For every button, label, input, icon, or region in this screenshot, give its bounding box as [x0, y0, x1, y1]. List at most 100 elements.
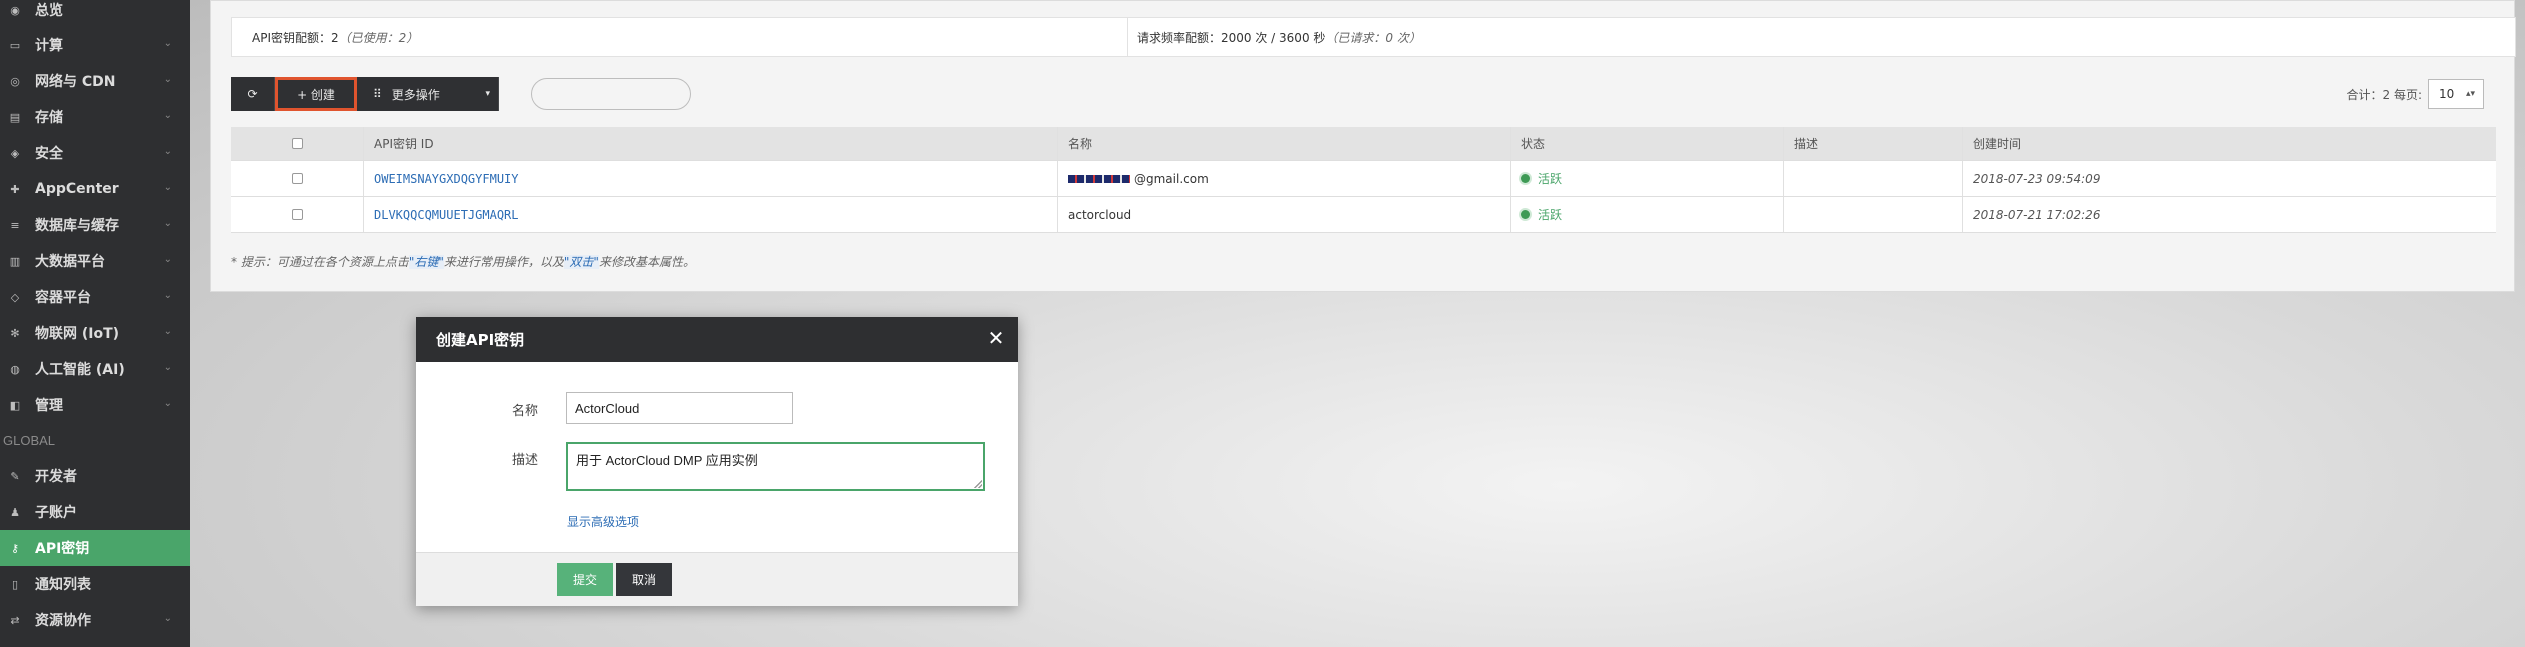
- grid-icon: ⠿: [373, 87, 382, 101]
- sidebar-item-container[interactable]: ◇ 容器平台 ⌄: [0, 279, 190, 315]
- ai-icon: ◍: [10, 362, 20, 376]
- resize-handle-icon[interactable]: [974, 480, 982, 488]
- sidebar-item-label: 数据库与缓存: [35, 218, 119, 234]
- api-key-id-link[interactable]: OWEIMSNAYGXDQGYFMUIY: [364, 161, 1058, 196]
- sidebar-item-label: 通知列表: [35, 577, 91, 593]
- sidebar-item-security[interactable]: ◈ 安全 ⌄: [0, 135, 190, 171]
- sidebar-item-label: 物联网 (IoT): [35, 326, 120, 342]
- sidebar-item-notifications[interactable]: ▯ 通知列表: [0, 566, 190, 602]
- total-count: 合计：2 每页:: [2346, 87, 2423, 102]
- description-label: 描述: [511, 453, 538, 468]
- pagination: 合计：2 每页: 10 ▴▾: [2346, 79, 2484, 109]
- sidebar-item-label: 总览: [35, 3, 63, 19]
- sidebar-item-overview[interactable]: ◉ 总览: [0, 0, 190, 28]
- dialog-title: 创建API密钥: [436, 331, 525, 349]
- sidebar-item-developer[interactable]: ✎ 开发者: [0, 458, 190, 494]
- sidebar-item-label: 存储: [35, 110, 63, 126]
- more-actions-label: 更多操作: [391, 87, 440, 102]
- sidebar-item-network[interactable]: ◎ 网络与 CDN ⌄: [0, 63, 190, 99]
- page-size-select[interactable]: 10 ▴▾: [2428, 79, 2484, 109]
- key-description: [1784, 197, 1963, 232]
- name-field[interactable]: ActorCloud: [566, 392, 793, 424]
- sidebar-item-label: 人工智能 (AI): [35, 362, 125, 378]
- key-name: @gmail.com: [1058, 161, 1511, 196]
- description-field[interactable]: 用于 ActorCloud DMP 应用实例: [566, 442, 985, 491]
- status-active-icon: [1521, 174, 1530, 183]
- api-keys-panel: API密钥配额：2（已使用：2） 请求频率配额：2000 次 / 3600 秒（…: [210, 0, 2516, 292]
- column-header-id[interactable]: API密钥 ID: [364, 127, 1058, 160]
- close-icon[interactable]: ✕: [986, 328, 1006, 348]
- sidebar-item-bigdata[interactable]: ▥ 大数据平台 ⌄: [0, 243, 190, 279]
- users-icon: ♟: [10, 505, 20, 519]
- chevron-down-icon: ⌄: [163, 74, 172, 85]
- chevron-down-icon: ⌄: [163, 110, 172, 121]
- network-icon: ◎: [10, 74, 20, 88]
- container-icon: ◇: [10, 290, 20, 304]
- sidebar-item-subaccounts[interactable]: ♟ 子账户: [0, 494, 190, 530]
- row-checkbox[interactable]: [291, 173, 303, 184]
- refresh-button[interactable]: ⟳: [231, 77, 275, 111]
- sidebar-item-label: API密钥: [35, 541, 90, 557]
- sidebar-item-ai[interactable]: ◍ 人工智能 (AI) ⌄: [0, 351, 190, 387]
- chevron-down-icon: ⌄: [163, 326, 172, 337]
- collaboration-icon: ⇄: [10, 613, 20, 627]
- sidebar-item-label: AppCenter: [35, 181, 119, 197]
- key-description: [1784, 161, 1963, 196]
- submit-button[interactable]: 提交: [557, 563, 613, 596]
- sidebar-item-label: 网络与 CDN: [35, 74, 116, 90]
- create-api-key-dialog: 创建API密钥 ✕ 名称 ActorCloud 描述 用于 ActorCloud…: [416, 317, 1018, 606]
- shield-icon: ◈: [10, 146, 20, 160]
- appcenter-icon: ✚: [10, 182, 20, 196]
- api-key-id-link[interactable]: DLVKQQCQMUUETJGMAQRL: [364, 197, 1058, 232]
- create-button[interactable]: + 创建: [275, 77, 357, 111]
- created-time: 2018-07-23 09:54:09: [1973, 171, 2101, 186]
- chevron-down-icon: ⌄: [163, 146, 172, 157]
- sidebar-item-manage[interactable]: ◧ 管理 ⌄: [0, 387, 190, 423]
- sidebar-item-label: 管理: [35, 398, 63, 414]
- sidebar-item-database[interactable]: ≡ 数据库与缓存 ⌄: [0, 207, 190, 243]
- status-badge: 活跃: [1511, 197, 1784, 232]
- sidebar-item-compute[interactable]: ▭ 计算 ⌄: [0, 27, 190, 63]
- name-label: 名称: [511, 404, 538, 419]
- sidebar-item-iot[interactable]: ✻ 物联网 (IoT) ⌄: [0, 315, 190, 351]
- storage-icon: ▤: [9, 110, 21, 124]
- quota-bar: API密钥配额：2（已使用：2） 请求频率配额：2000 次 / 3600 秒（…: [231, 17, 2516, 57]
- sidebar-item-label: 安全: [35, 146, 63, 162]
- chevron-down-icon: ⌄: [163, 254, 172, 265]
- sidebar-item-storage[interactable]: ▤ 存储 ⌄: [0, 99, 190, 135]
- sidebar-item-collaboration[interactable]: ⇄ 资源协作 ⌄: [0, 602, 190, 638]
- sidebar-item-label: 大数据平台: [35, 254, 105, 270]
- select-caret-icon: ▴▾: [2465, 89, 2475, 99]
- chevron-down-icon: ⌄: [163, 38, 172, 49]
- show-advanced-options-link[interactable]: 显示高级选项: [567, 513, 639, 530]
- table-row[interactable]: OWEIMSNAYGXDQGYFMUIY @gmail.com 活跃 2018-…: [231, 161, 2496, 197]
- sidebar-item-appcenter[interactable]: ✚ AppCenter ⌄: [0, 171, 190, 207]
- wrench-icon: ✎: [10, 469, 20, 483]
- sidebar-item-label: 开发者: [35, 469, 77, 485]
- sidebar-item-label: 计算: [35, 38, 63, 54]
- search-input[interactable]: [531, 78, 691, 110]
- status-active-icon: [1521, 210, 1530, 219]
- column-header-status[interactable]: 状态: [1511, 127, 1784, 160]
- row-checkbox[interactable]: [291, 209, 303, 220]
- column-header-description[interactable]: 描述: [1784, 127, 1963, 160]
- api-keys-table: API密钥 ID 名称 状态 描述 创建时间 OWEIMSNAYGXDQGYFM…: [231, 127, 2496, 233]
- key-name: actorcloud: [1058, 197, 1511, 232]
- select-all-checkbox[interactable]: [291, 138, 303, 149]
- sidebar-item-label: 容器平台: [35, 290, 91, 306]
- key-icon: ⚷: [10, 541, 20, 555]
- chevron-down-icon: ⌄: [163, 218, 172, 229]
- api-key-quota: API密钥配额：2（已使用：2）: [252, 30, 419, 45]
- more-actions-button[interactable]: ⠿ 更多操作 ▾: [357, 77, 499, 111]
- sidebar-item-api-keys[interactable]: ⚷ API密钥: [0, 530, 190, 566]
- database-icon: ≡: [10, 218, 20, 232]
- cancel-button[interactable]: 取消: [616, 563, 672, 596]
- column-header-name[interactable]: 名称: [1058, 127, 1511, 160]
- chevron-down-icon: ⌄: [163, 290, 172, 301]
- divider: [1127, 18, 1128, 56]
- toolbar: ⟳ + 创建 ⠿ 更多操作 ▾: [231, 77, 691, 111]
- dashboard-icon: ◉: [10, 3, 20, 17]
- dialog-body: 名称 ActorCloud 描述 用于 ActorCloud DMP 应用实例 …: [416, 362, 1018, 552]
- column-header-created[interactable]: 创建时间: [1963, 127, 2496, 160]
- table-row[interactable]: DLVKQQCQMUUETJGMAQRL actorcloud 活跃 2018-…: [231, 197, 2496, 233]
